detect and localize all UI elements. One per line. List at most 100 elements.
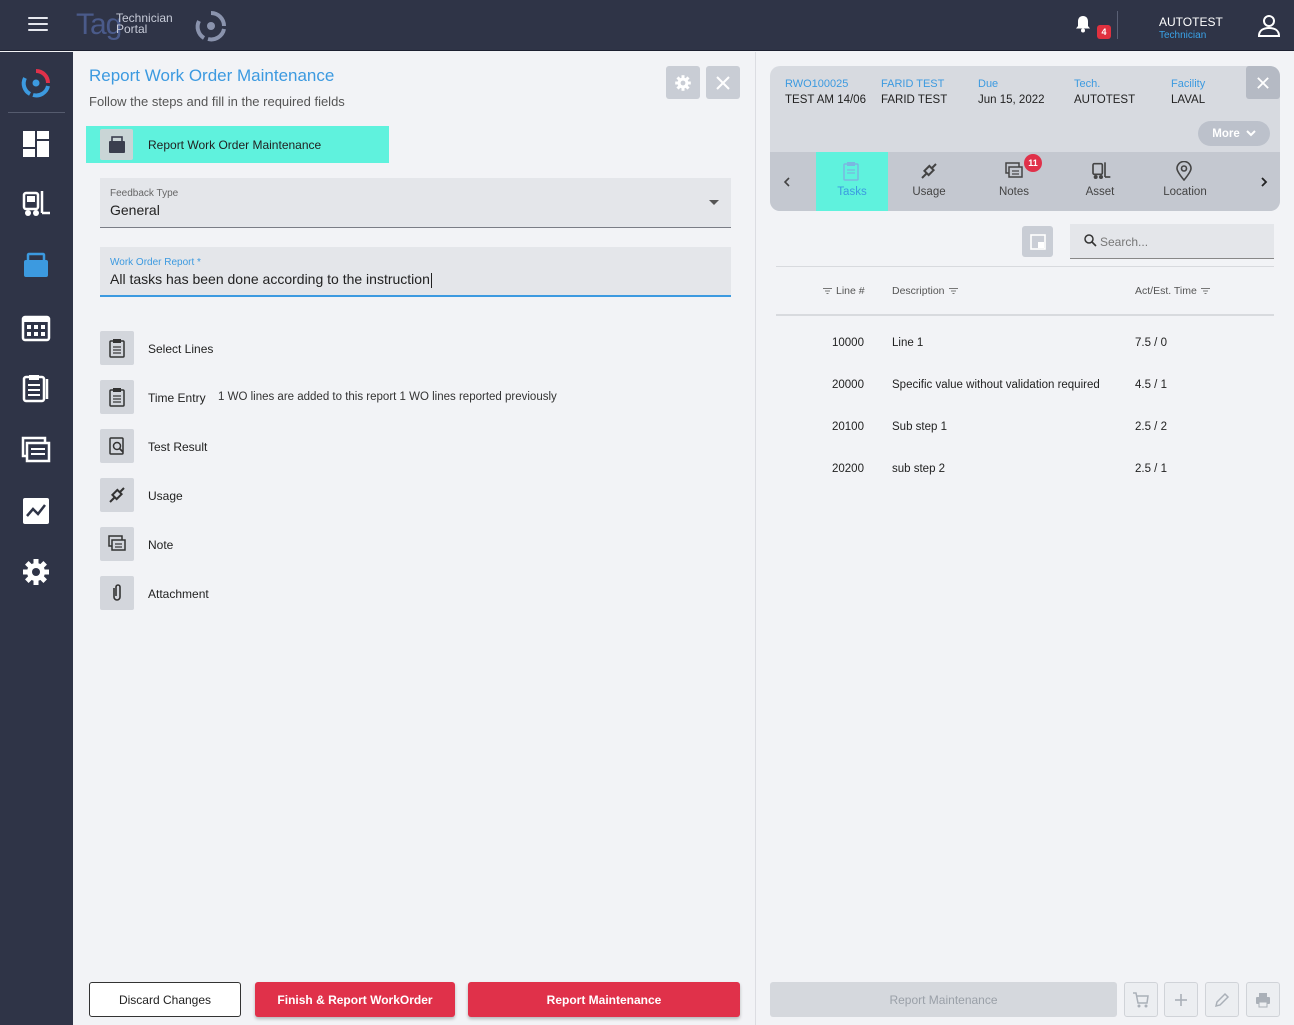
- feedback-type-label: Feedback Type: [110, 188, 179, 199]
- work-order-icon[interactable]: [19, 249, 53, 283]
- text-caret: [430, 272, 432, 288]
- tabs-next-button[interactable]: [1248, 152, 1280, 211]
- line-description: sub step 2: [892, 463, 946, 475]
- step-label: Usage: [148, 489, 183, 503]
- menu-icon[interactable]: [28, 17, 48, 33]
- note-icon: [1005, 162, 1023, 178]
- table-row[interactable]: 20000 Specific value without validation …: [776, 365, 1274, 407]
- gear-icon: [675, 74, 691, 91]
- divider: [1117, 11, 1118, 39]
- line-number: 20000: [832, 379, 864, 391]
- step-time-entry[interactable]: Time Entry 1 WO lines are added to this …: [100, 380, 700, 414]
- column-label: Act/Est. Time: [1135, 285, 1197, 297]
- user-icon[interactable]: [1256, 13, 1282, 39]
- test-result-icon: [100, 429, 134, 463]
- tabs-prev-button[interactable]: [770, 152, 802, 211]
- discard-changes-button[interactable]: Discard Changes: [89, 982, 241, 1017]
- logo-line-2: Portal: [116, 22, 148, 36]
- step-test-result[interactable]: Test Result: [100, 429, 700, 463]
- line-time: 2.5 / 2: [1135, 421, 1167, 433]
- tasks-table-header: Line # Description Act/Est. Time: [776, 266, 1274, 316]
- column-header-time[interactable]: Act/Est. Time: [1135, 285, 1210, 297]
- finish-report-workorder-button[interactable]: Finish & Report WorkOrder: [255, 982, 455, 1017]
- column-label: Description: [892, 285, 945, 297]
- work-order-owner: FARID TEST FARID TEST: [881, 78, 947, 106]
- step-note[interactable]: Note: [100, 527, 700, 561]
- more-button[interactable]: More: [1198, 121, 1270, 146]
- column-header-line[interactable]: Line #: [823, 285, 865, 297]
- add-button[interactable]: [1164, 982, 1198, 1017]
- forklift-icon[interactable]: [19, 187, 53, 221]
- work-order-report-field[interactable]: Work Order Report * All tasks has been d…: [100, 247, 731, 297]
- notification-badge: 4: [1097, 25, 1111, 39]
- tab-tasks[interactable]: Tasks: [816, 152, 888, 211]
- chevron-down-icon: [1246, 130, 1256, 137]
- analytics-icon[interactable]: [19, 494, 53, 528]
- app-logo[interactable]: Tag Technician Portal: [76, 8, 236, 44]
- toggle-view-button[interactable]: [1022, 226, 1053, 257]
- line-description: Line 1: [892, 337, 924, 349]
- clipboard-icon: [100, 331, 134, 365]
- forklift-icon: [1092, 162, 1111, 179]
- filter-icon: [823, 288, 832, 294]
- dashboard-icon[interactable]: [19, 127, 53, 161]
- cart-icon: [1133, 991, 1149, 1007]
- info-header: Due: [978, 78, 999, 90]
- table-row[interactable]: 10000 Line 1 7.5 / 0: [776, 323, 1274, 365]
- feedback-type-select[interactable]: Feedback Type General: [100, 178, 731, 228]
- info-header: FARID TEST: [881, 78, 945, 90]
- clipboard-icon: [843, 162, 859, 181]
- page-subtitle: Follow the steps and fill in the require…: [89, 94, 345, 109]
- table-row[interactable]: 20100 Sub step 1 2.5 / 2: [776, 407, 1274, 449]
- chevron-left-icon: [783, 176, 790, 187]
- step-usage[interactable]: Usage: [100, 478, 700, 512]
- column-label: Line #: [836, 285, 865, 297]
- work-order-tech: Tech. AUTOTEST: [1074, 78, 1135, 106]
- checklist-icon[interactable]: [19, 371, 53, 405]
- tab-notes[interactable]: 11 Notes: [978, 152, 1050, 211]
- line-time: 2.5 / 1: [1135, 463, 1167, 475]
- logo-mark-icon: [195, 11, 226, 42]
- close-icon: [1257, 76, 1269, 89]
- step-attachment[interactable]: Attachment: [100, 576, 700, 610]
- report-form-panel: Report Work Order Maintenance Follow the…: [73, 52, 756, 1025]
- work-order-due: Due Jun 15, 2022: [978, 78, 1045, 106]
- info-header[interactable]: RWO100025: [785, 78, 866, 90]
- map-pin-icon: [1176, 161, 1192, 181]
- column-header-description[interactable]: Description: [892, 285, 958, 297]
- cart-button[interactable]: [1124, 982, 1158, 1017]
- settings-button[interactable]: [666, 66, 700, 99]
- dropdown-arrow-icon: [709, 200, 719, 205]
- step-label: Select Lines: [148, 342, 214, 356]
- step-select-lines[interactable]: Select Lines: [100, 331, 700, 365]
- line-description: Sub step 1: [892, 421, 947, 433]
- calendar-icon[interactable]: [19, 310, 53, 344]
- tag-logo-icon[interactable]: [19, 66, 53, 100]
- tab-label: Tasks: [837, 186, 867, 198]
- report-maintenance-button[interactable]: Report Maintenance: [468, 982, 740, 1017]
- more-label: More: [1212, 127, 1240, 140]
- note-icon: [100, 527, 134, 561]
- user-role: Technician: [1159, 30, 1207, 41]
- close-button[interactable]: [706, 66, 740, 99]
- settings-icon[interactable]: [19, 555, 53, 589]
- tab-usage[interactable]: Usage: [893, 152, 965, 211]
- search-input[interactable]: [1100, 230, 1270, 254]
- print-button[interactable]: [1246, 982, 1280, 1017]
- bell-icon[interactable]: [1073, 14, 1093, 34]
- tab-location[interactable]: Location: [1149, 152, 1221, 211]
- report-maintenance-disabled-button[interactable]: Report Maintenance: [770, 982, 1117, 1017]
- tab-label: Asset: [1085, 186, 1115, 198]
- table-row[interactable]: 20200 sub step 2 2.5 / 1: [776, 449, 1274, 491]
- info-value: LAVAL: [1171, 94, 1206, 106]
- documents-icon[interactable]: [19, 433, 53, 467]
- edit-button[interactable]: [1205, 982, 1239, 1017]
- work-order-card: RWO100025 TEST AM 14/06 FARID TEST FARID…: [770, 66, 1280, 211]
- tab-asset[interactable]: Asset: [1064, 152, 1136, 211]
- work-order-tabs: Tasks Usage 11 Notes Asset Location: [770, 152, 1280, 211]
- line-time: 7.5 / 0: [1135, 337, 1167, 349]
- line-number: 20200: [832, 463, 864, 475]
- current-step[interactable]: Report Work Order Maintenance: [86, 126, 389, 163]
- work-order-panel: RWO100025 TEST AM 14/06 FARID TEST FARID…: [757, 52, 1294, 1025]
- close-work-order-button[interactable]: [1246, 66, 1280, 99]
